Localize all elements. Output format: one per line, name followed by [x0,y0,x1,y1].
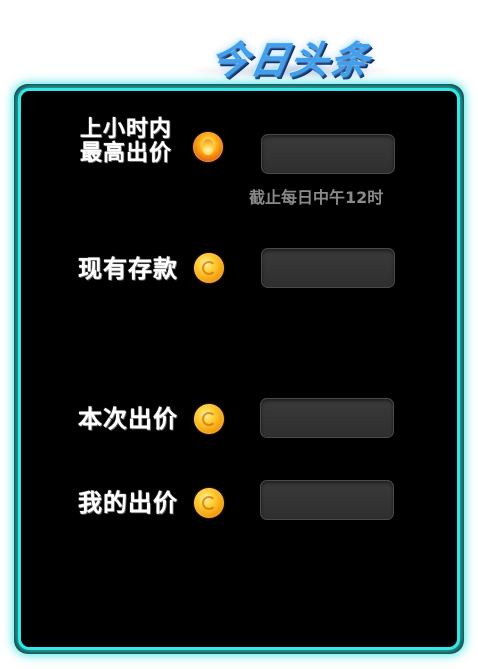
current-bid-input[interactable] [260,398,394,438]
bid-dialog: 今日头条 上小时内 最高出价 截止每日中午12时 现有存款 本次出价 我的出价 [0,0,478,669]
deposit-label: 现有存款 [78,255,178,283]
my-bid-field [260,480,394,520]
title-text: 今日头条 [206,38,375,82]
deadline-note: 截止每日中午12时 [249,188,384,207]
bid-panel [14,84,464,654]
highest-bid-label-line1: 上小时内 [80,117,173,142]
deposit-field [261,248,395,288]
gold-coin-icon [194,488,224,518]
highest-bid-field [261,134,395,174]
gold-coin-icon [194,253,224,283]
highest-bid-label-line2: 最高出价 [80,141,173,166]
panel-border [18,88,460,650]
my-bid-label: 我的出价 [78,489,178,517]
title-logo: 今日头条 [178,28,403,92]
fire-coin-icon [193,132,223,162]
panel-inner [21,91,457,647]
highest-bid-label: 上小时内 最高出价 [80,118,190,166]
current-bid-label: 本次出价 [78,405,178,433]
gold-coin-icon [194,404,224,434]
